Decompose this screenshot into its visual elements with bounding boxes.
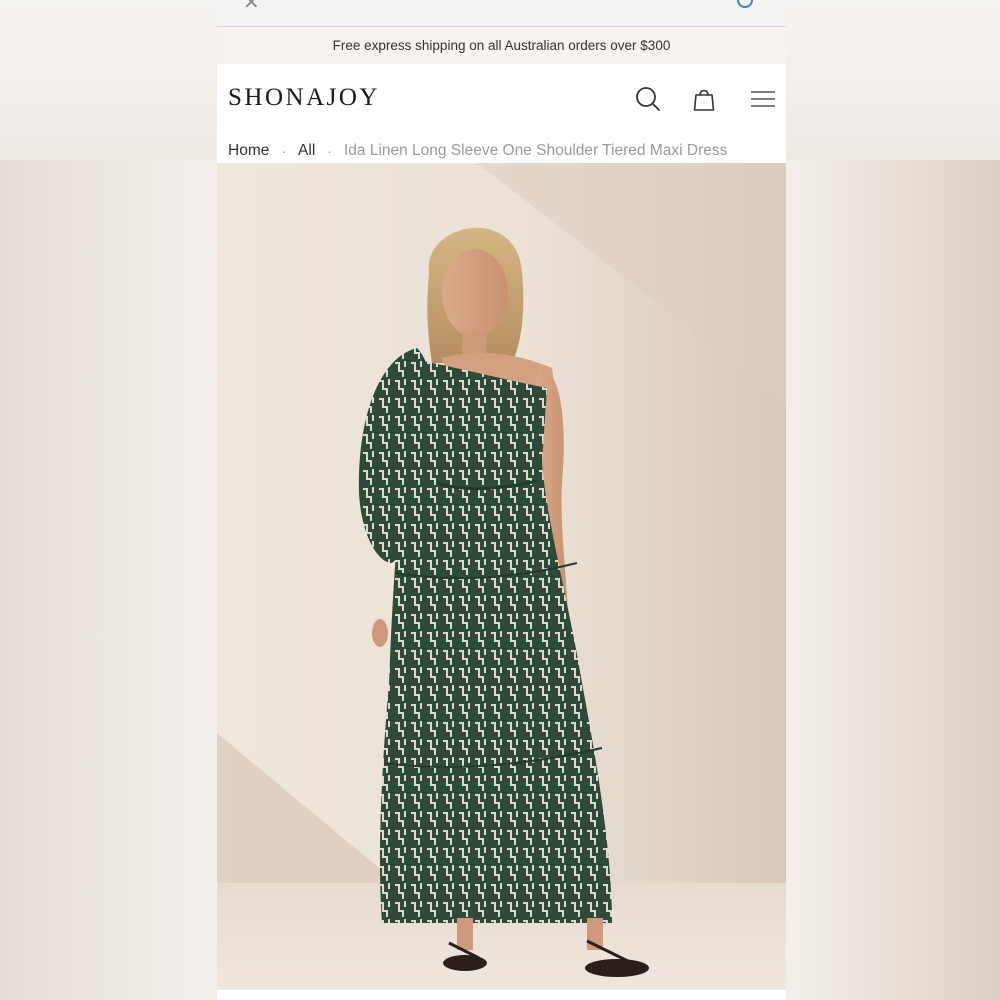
browser-top-bar: ✕ bbox=[217, 0, 786, 27]
breadcrumb-home[interactable]: Home bbox=[228, 142, 269, 160]
brand-logo[interactable]: SHONAJOY bbox=[228, 84, 410, 117]
breadcrumb-current: Ida Linen Long Sleeve One Shoulder Tiere… bbox=[343, 142, 728, 159]
phone-screen: ✕ Free express shipping on all Australia… bbox=[217, 0, 786, 1000]
close-icon[interactable]: ✕ bbox=[243, 0, 260, 15]
promo-banner: Free express shipping on all Australian … bbox=[217, 27, 786, 64]
menu-icon[interactable] bbox=[748, 84, 778, 114]
breadcrumb-all[interactable]: All bbox=[298, 142, 315, 160]
bag-icon[interactable] bbox=[689, 84, 719, 114]
breadcrumb-separator: · bbox=[327, 143, 332, 159]
svg-text:SHONAJOY: SHONAJOY bbox=[228, 84, 380, 110]
site-header: SHONAJOY bbox=[217, 64, 786, 134]
product-photo bbox=[217, 163, 786, 990]
reload-icon[interactable] bbox=[737, 0, 753, 8]
product-image[interactable] bbox=[217, 163, 786, 990]
breadcrumb-separator: · bbox=[281, 143, 287, 159]
promo-text: Free express shipping on all Australian … bbox=[332, 38, 671, 53]
page-bottom bbox=[217, 990, 786, 1000]
search-icon[interactable] bbox=[633, 84, 663, 114]
breadcrumb: Home · All · Ida Linen Long Sleeve One S… bbox=[228, 140, 727, 162]
logo-wordmark: SHONAJOY bbox=[228, 84, 380, 111]
